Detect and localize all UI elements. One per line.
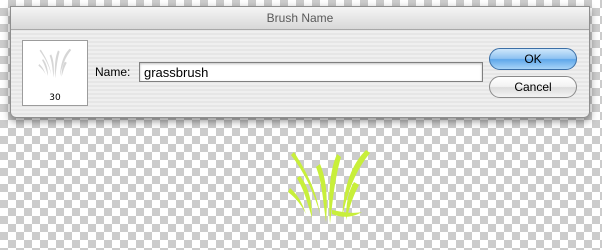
brush-name-input[interactable] [139, 62, 483, 82]
name-label: Name: [95, 65, 131, 79]
brush-preview: 30 [22, 40, 88, 106]
ok-button[interactable]: OK [489, 48, 577, 70]
brush-preview-icon [38, 48, 72, 79]
brush-size-label: 30 [49, 93, 61, 103]
dialog-titlebar[interactable]: Brush Name [11, 7, 589, 30]
grass-brush-stroke [288, 150, 370, 224]
cancel-button[interactable]: Cancel [489, 76, 577, 98]
brush-name-dialog: Brush Name 30 Name: OK Cancel [10, 6, 590, 118]
dialog-title: Brush Name [266, 11, 334, 25]
